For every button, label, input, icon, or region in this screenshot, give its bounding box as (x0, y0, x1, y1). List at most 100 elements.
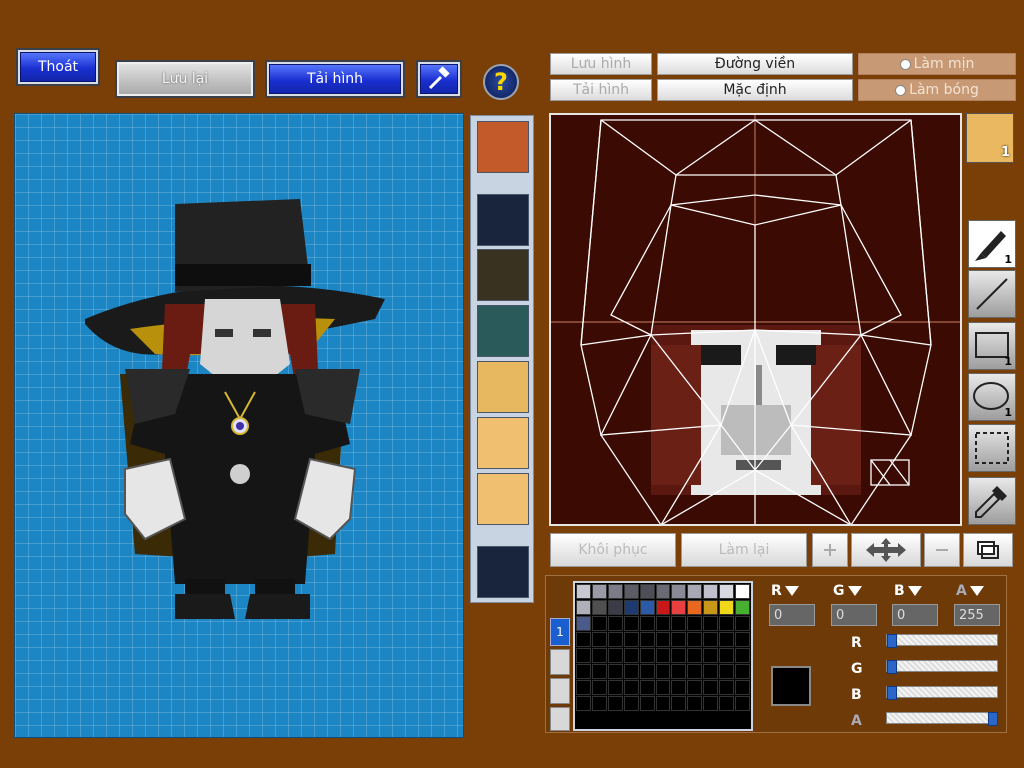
color-swatch[interactable] (703, 616, 719, 631)
redo-button[interactable]: Làm lại (681, 533, 807, 567)
color-swatch[interactable] (735, 632, 750, 647)
tab-save-image[interactable]: Lưu hình (550, 53, 652, 75)
palette-tab-3[interactable] (550, 678, 570, 704)
color-swatch[interactable] (735, 584, 750, 599)
color-swatch[interactable] (687, 632, 703, 647)
thumbnail-empty-slot-bottom[interactable] (477, 546, 529, 598)
color-swatch[interactable] (623, 648, 639, 663)
thumbnail-bald-face-2[interactable] (477, 417, 529, 469)
color-swatch[interactable] (576, 664, 591, 679)
color-swatch[interactable] (576, 680, 591, 695)
color-swatch[interactable] (671, 616, 687, 631)
color-swatch[interactable] (623, 616, 639, 631)
color-swatch[interactable] (719, 600, 735, 615)
slider-a-knob[interactable] (988, 712, 998, 726)
color-swatch[interactable] (655, 616, 671, 631)
slider-b-knob[interactable] (887, 686, 897, 700)
texture-canvas[interactable] (549, 113, 962, 526)
help-button[interactable]: ? (483, 64, 519, 100)
color-swatch[interactable] (719, 632, 735, 647)
color-swatch[interactable] (639, 680, 655, 695)
color-swatch[interactable] (687, 680, 703, 695)
color-swatch[interactable] (591, 664, 607, 679)
color-swatch[interactable] (607, 632, 623, 647)
color-swatch[interactable] (623, 696, 639, 711)
color-swatch[interactable] (591, 680, 607, 695)
color-swatch[interactable] (687, 696, 703, 711)
color-swatch[interactable] (639, 648, 655, 663)
color-swatch[interactable] (576, 648, 591, 663)
slider-r-knob[interactable] (887, 634, 897, 648)
color-swatch[interactable] (719, 616, 735, 631)
color-swatch[interactable] (703, 632, 719, 647)
color-swatch[interactable] (687, 664, 703, 679)
color-swatch[interactable] (607, 680, 623, 695)
channel-b-header[interactable]: B (894, 581, 940, 601)
color-swatch[interactable] (607, 584, 623, 599)
color-swatch[interactable] (623, 600, 639, 615)
tab-default[interactable]: Mặc định (657, 79, 853, 101)
channel-g-input[interactable]: 0 (831, 604, 877, 626)
thumbnail-empty-slot[interactable] (477, 194, 529, 246)
color-swatch[interactable] (735, 616, 750, 631)
color-swatch[interactable] (719, 584, 735, 599)
thumbnail-helmet-face[interactable] (477, 249, 529, 301)
channel-b-input[interactable]: 0 (892, 604, 938, 626)
palette-tab-2[interactable] (550, 649, 570, 675)
color-swatch[interactable] (623, 664, 639, 679)
color-swatch[interactable] (719, 680, 735, 695)
color-swatch[interactable] (591, 600, 607, 615)
color-swatch[interactable] (655, 664, 671, 679)
color-swatch[interactable] (576, 616, 591, 631)
line-tool[interactable] (968, 270, 1016, 318)
color-swatch[interactable] (703, 696, 719, 711)
color-swatch[interactable] (623, 680, 639, 695)
color-swatch[interactable] (671, 584, 687, 599)
slider-r[interactable] (886, 634, 998, 648)
color-swatch[interactable] (623, 632, 639, 647)
color-swatch[interactable] (735, 664, 750, 679)
selection-tool[interactable] (968, 424, 1016, 472)
channel-a-header[interactable]: A (956, 581, 1002, 601)
palette-tab-1[interactable]: 1 (550, 618, 570, 646)
zoom-out-button[interactable] (924, 533, 960, 567)
color-swatch[interactable] (671, 632, 687, 647)
color-swatch[interactable] (607, 648, 623, 663)
color-swatch[interactable] (703, 664, 719, 679)
thumbnail-bald-face-1[interactable] (477, 361, 529, 413)
color-swatch[interactable] (703, 584, 719, 599)
color-swatch[interactable] (703, 600, 719, 615)
channel-r-header[interactable]: R (771, 581, 817, 601)
color-swatch[interactable] (671, 648, 687, 663)
save-button[interactable]: Lưu lại (115, 60, 255, 98)
restore-button[interactable]: Khôi phục (550, 533, 676, 567)
color-swatch[interactable] (671, 680, 687, 695)
slider-g[interactable] (886, 660, 998, 674)
tab-load-image[interactable]: Tải hình (550, 79, 652, 101)
ellipse-tool[interactable]: 1 (968, 373, 1016, 421)
channel-a-input[interactable]: 255 (954, 604, 1000, 626)
color-swatch[interactable] (703, 648, 719, 663)
color-swatch[interactable] (623, 584, 639, 599)
channel-g-header[interactable]: G (833, 581, 879, 601)
color-swatch[interactable] (719, 696, 735, 711)
color-swatch[interactable] (607, 616, 623, 631)
color-swatch[interactable] (607, 600, 623, 615)
thumbnail-monster-face[interactable] (477, 305, 529, 357)
color-swatch[interactable] (735, 680, 750, 695)
color-swatch[interactable] (687, 648, 703, 663)
color-swatch[interactable] (607, 664, 623, 679)
color-swatch[interactable] (687, 616, 703, 631)
palette-tab-4[interactable] (550, 707, 570, 731)
exit-button[interactable]: Thoát (16, 48, 100, 86)
slider-g-knob[interactable] (887, 660, 897, 674)
eyedropper-tool[interactable] (968, 477, 1016, 525)
face-slot-thumbnail[interactable]: 1 (966, 113, 1014, 163)
color-swatch[interactable] (639, 664, 655, 679)
color-swatch[interactable] (687, 600, 703, 615)
color-swatch[interactable] (719, 664, 735, 679)
slider-b[interactable] (886, 686, 998, 700)
thumbnail-angry-face[interactable] (477, 121, 529, 173)
color-swatch[interactable] (719, 648, 735, 663)
shade-radio[interactable]: Làm bóng (858, 79, 1016, 101)
